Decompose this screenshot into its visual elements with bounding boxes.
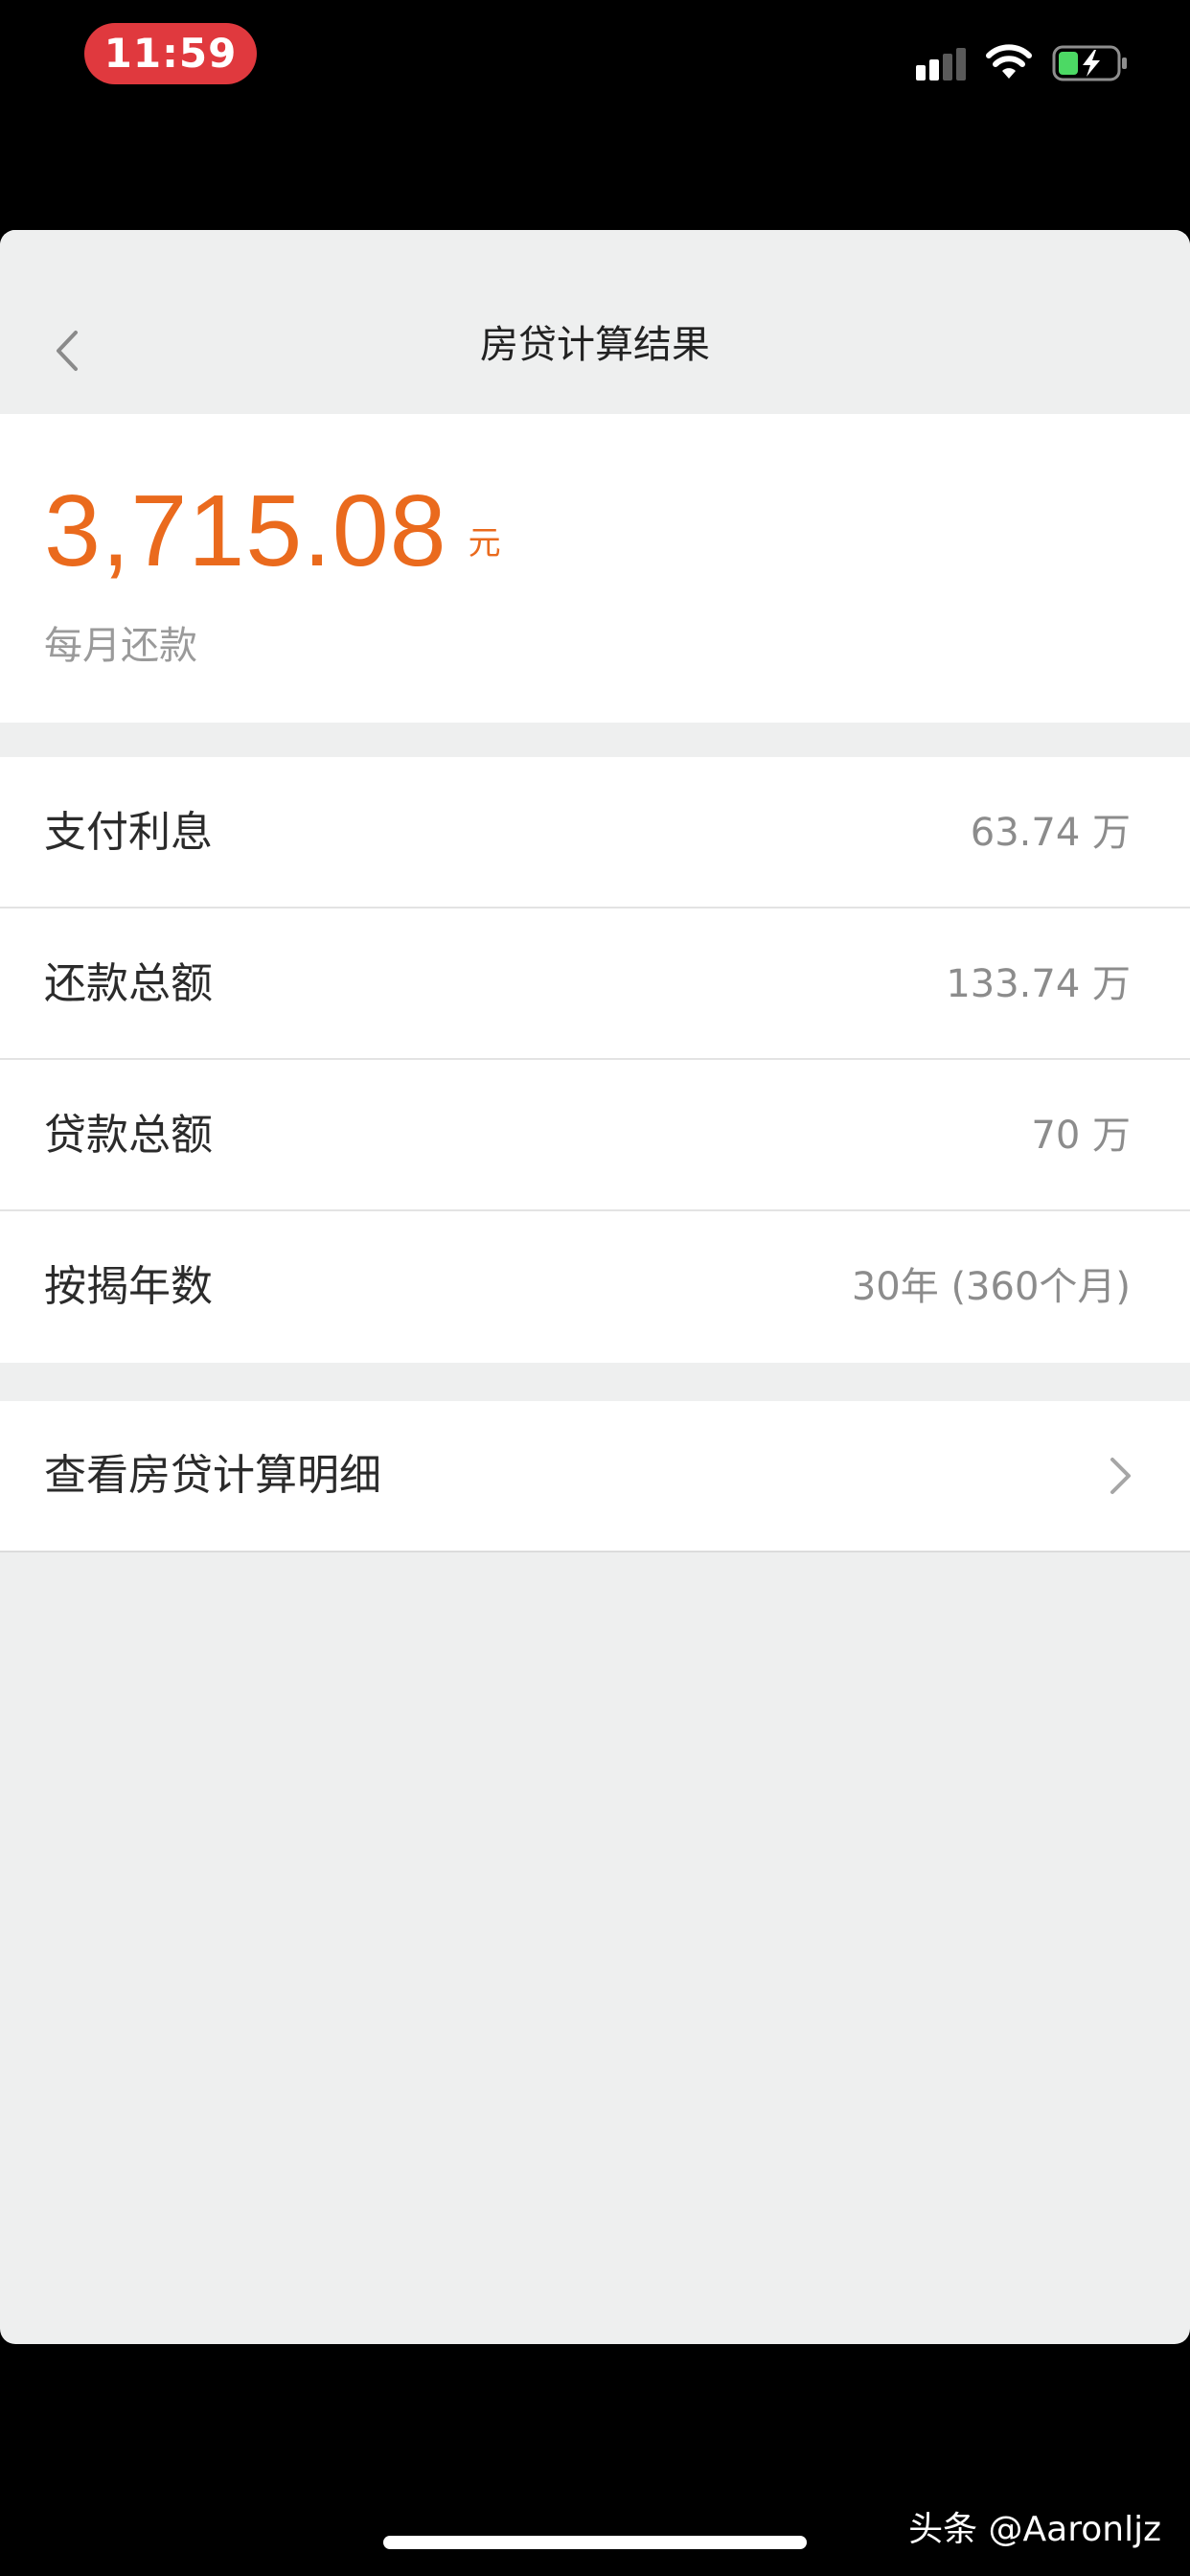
- monthly-payment-amount: 3,715.08: [44, 474, 447, 587]
- info-label: 贷款总额: [44, 1111, 213, 1160]
- watermark: 头条 @Aaronljz: [908, 2510, 1161, 2549]
- monthly-payment-summary: 3,715.08 元 每月还款: [0, 414, 1190, 723]
- wifi-icon: [986, 44, 1032, 79]
- chevron-right-icon: [1110, 1458, 1131, 1494]
- navigation-bar: 房贷计算结果: [0, 230, 1190, 414]
- info-row-total-repayment: 还款总额 133.74 万: [0, 908, 1190, 1060]
- status-bar-time: 11:59: [84, 23, 257, 84]
- info-row-loan-amount: 贷款总额 70 万: [0, 1060, 1190, 1211]
- info-label: 还款总额: [44, 959, 213, 1008]
- info-value: 30年 (360个月): [851, 1265, 1131, 1309]
- home-indicator[interactable]: [383, 2536, 807, 2549]
- monthly-payment-label: 每月还款: [44, 624, 197, 668]
- info-value: 70 万: [1031, 1114, 1131, 1158]
- info-label: 支付利息: [44, 808, 213, 857]
- info-value: 63.74 万: [970, 811, 1131, 855]
- result-sheet: 房贷计算结果 3,715.08 元 每月还款 支付利息 63.74 万 还款总额 …: [0, 230, 1190, 2344]
- info-row-interest: 支付利息 63.74 万: [0, 757, 1190, 908]
- amount-row: 3,715.08 元: [44, 472, 501, 590]
- view-calculation-detail-link[interactable]: 查看房贷计算明细: [0, 1401, 1190, 1552]
- detail-label: 查看房贷计算明细: [44, 1451, 381, 1500]
- monthly-payment-unit: 元: [468, 524, 501, 563]
- battery-charging-icon: [1052, 45, 1127, 81]
- signal-icon: [916, 48, 966, 80]
- loan-info-list: 支付利息 63.74 万 还款总额 133.74 万 贷款总额 70 万 按揭年…: [0, 757, 1190, 1363]
- page-title: 房贷计算结果: [480, 323, 710, 367]
- info-row-loan-years: 按揭年数 30年 (360个月): [0, 1211, 1190, 1363]
- info-value: 133.74 万: [946, 962, 1131, 1006]
- info-label: 按揭年数: [44, 1262, 213, 1311]
